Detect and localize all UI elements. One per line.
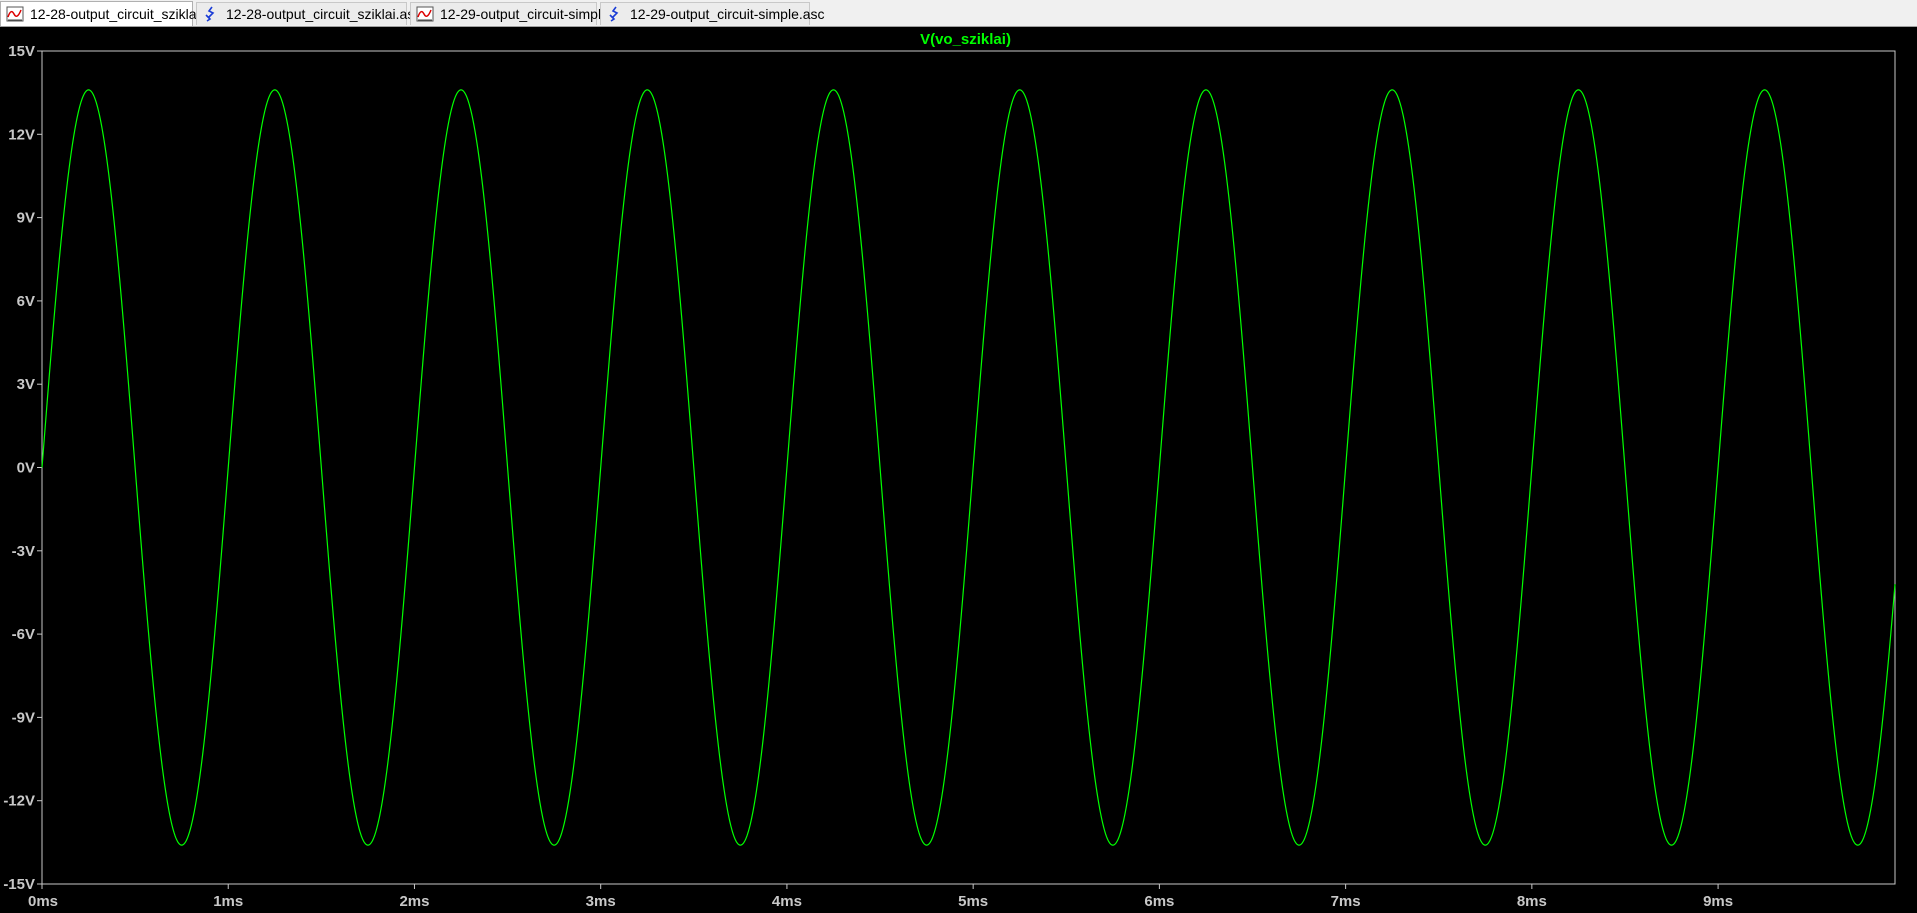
- plot-frame: [41, 50, 1896, 885]
- tab-label: 12-29-output_circuit-simple: [440, 6, 609, 22]
- y-tick-label: 9V: [17, 210, 35, 227]
- tab-3[interactable]: 12-29-output_circuit-simple: [410, 2, 609, 25]
- y-tick-label: -9V: [12, 709, 35, 726]
- y-tick-label: -3V: [12, 543, 35, 560]
- waveform-icon: [6, 5, 24, 23]
- y-tick-label: -15V: [3, 876, 35, 893]
- tab-label: 12-28-output_circuit_sziklai: [30, 6, 200, 22]
- x-tick-label: 4ms: [772, 893, 802, 910]
- trace-title[interactable]: V(vo_sziklai): [920, 31, 1011, 48]
- tab-4[interactable]: 12-29-output_circuit-simple.asc: [600, 2, 825, 25]
- y-tick-label: -6V: [12, 626, 35, 643]
- x-tick-label: 2ms: [399, 893, 429, 910]
- document-tab-bar: 12-28-output_circuit_sziklai 12-28-output…: [0, 0, 1917, 27]
- schematic-icon: [606, 5, 624, 23]
- x-tick-label: 5ms: [958, 893, 988, 910]
- y-tick-label: 15V: [8, 43, 35, 60]
- y-tick-label: 3V: [17, 376, 35, 393]
- waveform-plot[interactable]: V(vo_sziklai) 15V 12V 9V 6V 3V 0V -3V -6V -9V -12V…: [0, 27, 1917, 913]
- x-tick-label: 0ms: [28, 893, 58, 910]
- y-tick-label: 0V: [17, 460, 35, 477]
- y-tick-label: 6V: [17, 293, 35, 310]
- schematic-icon: [202, 5, 220, 23]
- tab-2[interactable]: 12-28-output_circuit_sziklai.asc: [196, 2, 421, 25]
- x-tick-label: 8ms: [1517, 893, 1547, 910]
- x-tick-label: 3ms: [586, 893, 616, 910]
- y-tick-label: -12V: [3, 793, 35, 810]
- x-tick-label: 6ms: [1144, 893, 1174, 910]
- trace-vo-sziklai: [41, 89, 1896, 846]
- x-tick-label: 7ms: [1331, 893, 1361, 910]
- x-tick-label: 9ms: [1703, 893, 1733, 910]
- y-tick-label: 12V: [8, 126, 35, 143]
- waveform-icon: [416, 5, 434, 23]
- tab-label: 12-29-output_circuit-simple.asc: [630, 6, 825, 22]
- tab-1[interactable]: 12-28-output_circuit_sziklai: [0, 1, 200, 26]
- x-tick-label: 1ms: [213, 893, 243, 910]
- tab-label: 12-28-output_circuit_sziklai.asc: [226, 6, 422, 22]
